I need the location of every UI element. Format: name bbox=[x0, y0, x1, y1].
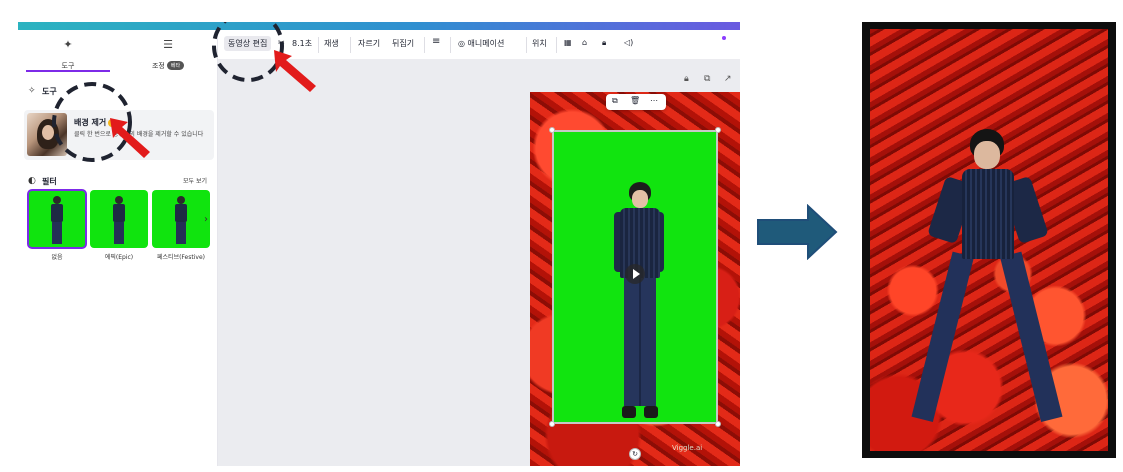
animate-button[interactable]: ◎ 애니메이션 bbox=[458, 38, 504, 49]
beta-badge: 베타 bbox=[166, 61, 185, 70]
lines-icon[interactable]: ≡ bbox=[432, 36, 440, 47]
trash-icon[interactable]: 🗑︎ bbox=[630, 96, 640, 105]
background-remover-title: 배경 제거 ♛ bbox=[74, 118, 117, 127]
filter-list bbox=[24, 189, 218, 250]
duplicate-icon[interactable]: ⧉ bbox=[704, 74, 710, 84]
filter-icon: ◐ bbox=[28, 176, 36, 186]
watermark-text: Viggle.ai bbox=[672, 444, 703, 452]
edit-video-button[interactable]: 동영상 편집 bbox=[224, 36, 272, 51]
toolbar-divider bbox=[350, 37, 351, 53]
filter-epic[interactable] bbox=[90, 190, 148, 248]
canva-editor: ✦ 도구 ☰ 조정 베타 ✧ 도구 배경 제거 ♛ 클릭 한 번으로 동영상의 배경… bbox=[18, 22, 740, 466]
result-preview bbox=[862, 22, 1116, 458]
see-all-link[interactable]: 모두 보기 bbox=[183, 176, 207, 185]
tools-heading: 도구 bbox=[42, 87, 57, 96]
canvas-area: 🔒︎ ⧉ ↗ ⧉ 🗑︎ ⋯ Viggle.ai ↻ bbox=[218, 60, 740, 466]
chevron-right-icon[interactable]: › bbox=[204, 214, 208, 225]
background-remover-description: 클릭 한 번으로 동영상의 배경을 제거할 수 있습니다 bbox=[74, 131, 204, 138]
copy-icon[interactable]: ⧉ bbox=[612, 96, 618, 106]
person-figure bbox=[911, 129, 1063, 449]
filter-epic-label: 에픽(Epic) bbox=[104, 254, 134, 261]
tab-adjust-label: 조정 bbox=[151, 62, 165, 70]
filter-none[interactable] bbox=[27, 189, 87, 249]
sparkles-icon: ✧ bbox=[28, 86, 36, 96]
result-pepper-background bbox=[870, 29, 1108, 451]
active-tab-indicator bbox=[26, 70, 110, 72]
resize-handle[interactable] bbox=[549, 127, 555, 133]
flow-arrow-right bbox=[757, 204, 838, 260]
more-icon[interactable]: ⋯ bbox=[650, 96, 658, 105]
background-remover-card[interactable]: 배경 제거 ♛ 클릭 한 번으로 동영상의 배경을 제거할 수 있습니다 bbox=[24, 110, 214, 160]
playback-button[interactable]: 재생 bbox=[324, 38, 339, 49]
side-tabs: ✦ 도구 ☰ 조정 베타 bbox=[18, 30, 218, 72]
element-floating-toolbar: ⧉ 🗑︎ ⋯ bbox=[606, 94, 666, 110]
filters-heading: 필터 bbox=[42, 177, 57, 186]
toolbar-divider bbox=[556, 37, 557, 53]
lock-icon[interactable]: 🔒︎ bbox=[602, 38, 606, 48]
tab-tools[interactable]: ✦ 도구 bbox=[18, 30, 118, 72]
crop-button[interactable]: 자르기 bbox=[358, 38, 380, 49]
magic-wand-icon: ✦ bbox=[63, 38, 73, 51]
share-icon[interactable]: ↗ bbox=[724, 74, 732, 84]
volume-icon[interactable]: ◁) bbox=[624, 38, 633, 47]
duration-label[interactable]: 8.1초 bbox=[292, 38, 312, 49]
resize-handle[interactable] bbox=[715, 127, 721, 133]
filter-none-label: 없음 bbox=[51, 254, 63, 261]
transparency-icon[interactable]: ▦ bbox=[564, 38, 572, 47]
scissors-icon[interactable]: ✂ bbox=[278, 38, 285, 47]
paint-roller-icon[interactable]: ⌂ bbox=[582, 38, 587, 47]
person-figure bbox=[614, 182, 664, 420]
play-icon[interactable] bbox=[625, 264, 645, 284]
position-button[interactable]: 위치 bbox=[532, 38, 547, 49]
lock-icon[interactable]: 🔒︎ bbox=[684, 74, 689, 84]
sliders-icon: ☰ bbox=[163, 38, 173, 51]
tab-adjust[interactable]: ☰ 조정 베타 bbox=[118, 30, 218, 72]
toolbar-divider bbox=[318, 37, 319, 53]
resize-handle[interactable] bbox=[715, 421, 721, 427]
filter-festive-label: 페스티브(Festive) bbox=[157, 254, 205, 261]
crown-icon: ♛ bbox=[108, 119, 117, 127]
resize-handle[interactable] bbox=[549, 421, 555, 427]
tab-tools-label: 도구 bbox=[61, 62, 75, 70]
top-gradient-bar bbox=[18, 22, 740, 30]
animate-icon: ◎ bbox=[458, 39, 465, 48]
rotate-icon[interactable]: ↻ bbox=[629, 448, 641, 460]
flip-button[interactable]: 뒤집기 bbox=[392, 38, 414, 49]
toolbar-divider bbox=[424, 37, 425, 53]
background-remover-thumbnail bbox=[27, 113, 67, 156]
top-toolbar: 동영상 편집 ✂ 8.1초 재생 자르기 뒤집기 ≡ ◎ 애니메이션 위치 ▦ … bbox=[218, 30, 740, 60]
toolbar-divider bbox=[450, 37, 451, 53]
toolbar-divider bbox=[526, 37, 527, 53]
side-panel: ✦ 도구 ☰ 조정 베타 ✧ 도구 배경 제거 ♛ 클릭 한 번으로 동영상의 배경… bbox=[18, 30, 218, 466]
filter-festive[interactable] bbox=[152, 190, 210, 248]
video-page[interactable]: ⧉ 🗑︎ ⋯ Viggle.ai ↻ bbox=[530, 92, 740, 466]
animate-new-dot bbox=[722, 36, 726, 40]
